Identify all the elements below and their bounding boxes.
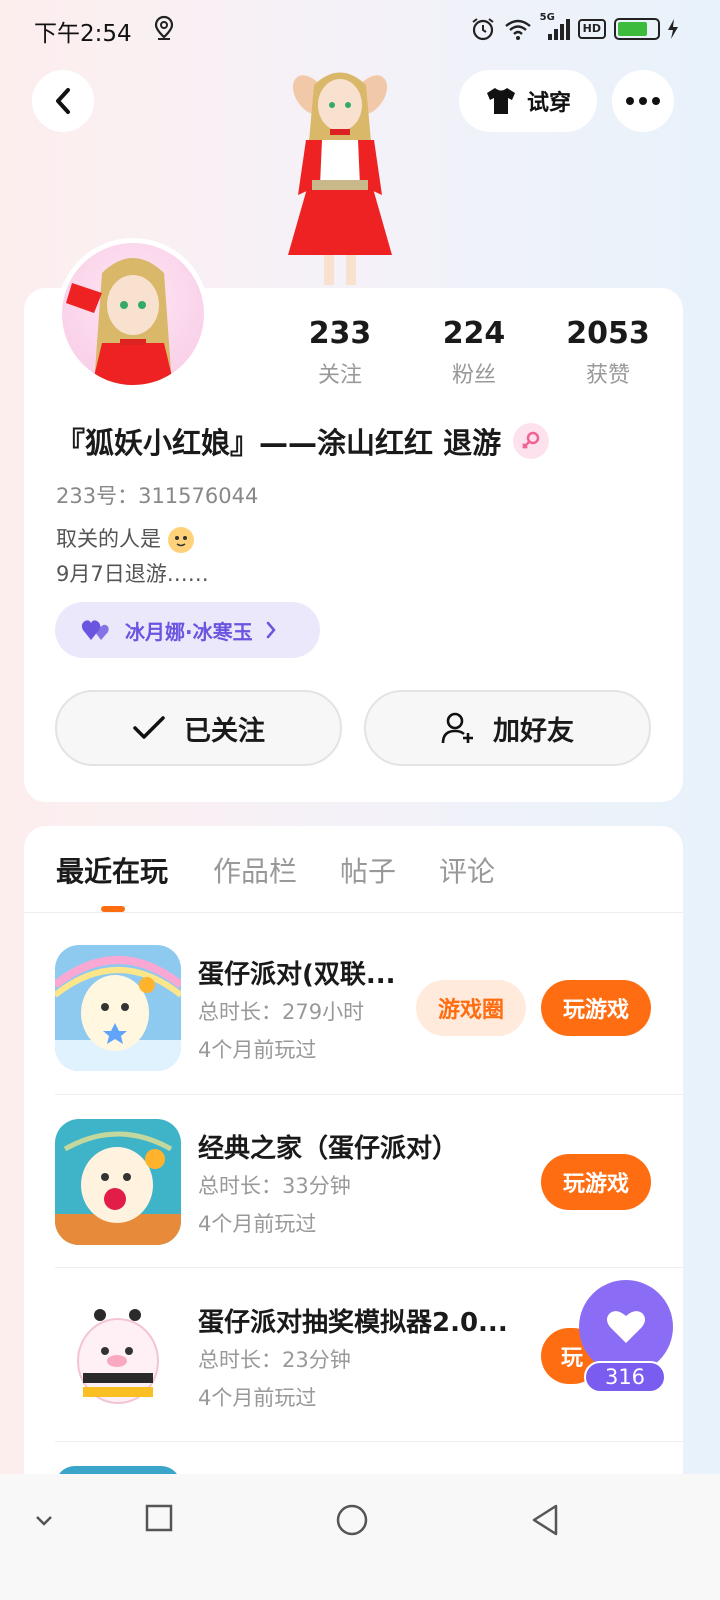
tab-works[interactable]: 作品栏 — [213, 850, 297, 890]
add-friend-label: 加好友 — [493, 715, 574, 747]
tab-posts[interactable]: 帖子 — [340, 850, 396, 890]
stat-likes[interactable]: 2053 获赞 — [548, 316, 668, 389]
bio-line: 9月7日退游…… — [56, 562, 209, 586]
game-name: 经典之家（蛋仔派对） — [198, 1134, 459, 1164]
system-nav-bar — [0, 1474, 720, 1600]
female-icon — [513, 423, 550, 459]
play-game-button[interactable]: 玩游戏 — [541, 980, 651, 1036]
bio: 取关的人是 9月7日退游…… — [56, 522, 209, 592]
add-friend-button[interactable]: 加好友 — [364, 690, 651, 766]
cat-face-emoji-icon — [167, 527, 194, 553]
home-icon[interactable] — [336, 1504, 368, 1536]
check-icon — [133, 716, 165, 739]
chevron-right-icon — [266, 621, 276, 639]
game-icon — [55, 1293, 181, 1419]
stat-value: 2053 — [566, 316, 650, 351]
followed-button[interactable]: 已关注 — [55, 690, 342, 766]
add-user-icon — [441, 712, 473, 744]
game-row[interactable]: 经典之家（蛋仔派对） 总时长：33分钟 4个月前玩过 玩游戏 — [55, 1088, 683, 1262]
username-row: 『狐妖小红娘』——涂山红红 退游 — [56, 420, 550, 462]
back-button[interactable] — [32, 70, 94, 132]
avatar-character-figure — [288, 72, 392, 285]
stat-value: 224 — [442, 316, 506, 351]
tab-recently-played[interactable]: 最近在玩 — [56, 850, 168, 890]
heart-icon — [607, 1311, 645, 1343]
alarm-icon — [472, 18, 494, 41]
divider — [55, 1441, 683, 1442]
stat-followers[interactable]: 224 粉丝 — [414, 316, 534, 389]
game-duration: 总时长：23分钟 — [198, 1348, 351, 1372]
chevron-down-icon[interactable] — [34, 1514, 54, 1528]
tshirt-icon — [486, 88, 515, 114]
location-icon — [154, 15, 174, 40]
like-count: 316 — [584, 1361, 666, 1393]
battery-icon — [614, 18, 660, 40]
game-duration: 总时长：33分钟 — [198, 1174, 351, 1198]
status-bar: 下午2:54 5G HD — [0, 0, 720, 58]
hd-badge: HD — [577, 19, 606, 39]
wifi-icon — [504, 19, 531, 40]
game-name: 蛋仔派对抽奖模拟器2.0... — [198, 1308, 508, 1338]
charging-icon — [668, 19, 678, 39]
avatar[interactable] — [57, 238, 209, 390]
cp-tag-label: 冰月娜·冰寒玉 — [125, 619, 253, 644]
stat-label: 粉丝 — [451, 363, 496, 388]
back-triangle-icon[interactable] — [531, 1504, 559, 1536]
game-last-played: 4个月前玩过 — [198, 1386, 317, 1410]
recent-apps-icon[interactable] — [145, 1504, 173, 1532]
more-button[interactable] — [612, 70, 674, 132]
more-dots-icon — [626, 97, 660, 105]
stats-row: 233 关注 224 粉丝 2053 获赞 — [290, 316, 690, 396]
double-heart-icon — [81, 620, 109, 640]
avatar-image — [66, 258, 174, 385]
chevron-left-icon — [56, 88, 70, 114]
cp-tag[interactable]: 冰月娜·冰寒玉 — [55, 602, 320, 658]
game-icon — [55, 945, 181, 1071]
game-name: 蛋仔派对(双联... — [198, 960, 396, 990]
signal-icon: 5G — [540, 12, 570, 42]
bio-line: 取关的人是 — [56, 527, 161, 551]
stat-label: 获赞 — [585, 363, 630, 388]
try-on-label: 试穿 — [526, 91, 571, 116]
game-last-played: 4个月前玩过 — [198, 1038, 317, 1062]
battery-level — [618, 22, 647, 36]
game-last-played: 4个月前玩过 — [198, 1212, 317, 1236]
game-icon — [55, 1119, 181, 1245]
username: 『狐妖小红娘』——涂山红红 退游 — [56, 426, 502, 460]
stat-following[interactable]: 233 关注 — [280, 316, 400, 389]
followed-label: 已关注 — [184, 715, 265, 747]
user-id: 233号：311576044 — [56, 484, 259, 508]
like-button[interactable] — [579, 1280, 673, 1374]
play-game-button[interactable]: 玩游戏 — [541, 1154, 651, 1210]
game-row[interactable]: 蛋仔派对(双联... 总时长：279小时 4个月前玩过 游戏圈 玩游戏 — [55, 914, 683, 1088]
tab-comments[interactable]: 评论 — [439, 850, 495, 890]
status-time: 下午2:54 — [34, 21, 132, 47]
game-circle-button[interactable]: 游戏圈 — [416, 980, 526, 1036]
stat-label: 关注 — [317, 363, 362, 388]
stat-value: 233 — [308, 316, 372, 351]
game-duration: 总时长：279小时 — [198, 1000, 365, 1024]
divider — [24, 912, 683, 913]
try-on-button[interactable]: 试穿 — [459, 70, 597, 132]
